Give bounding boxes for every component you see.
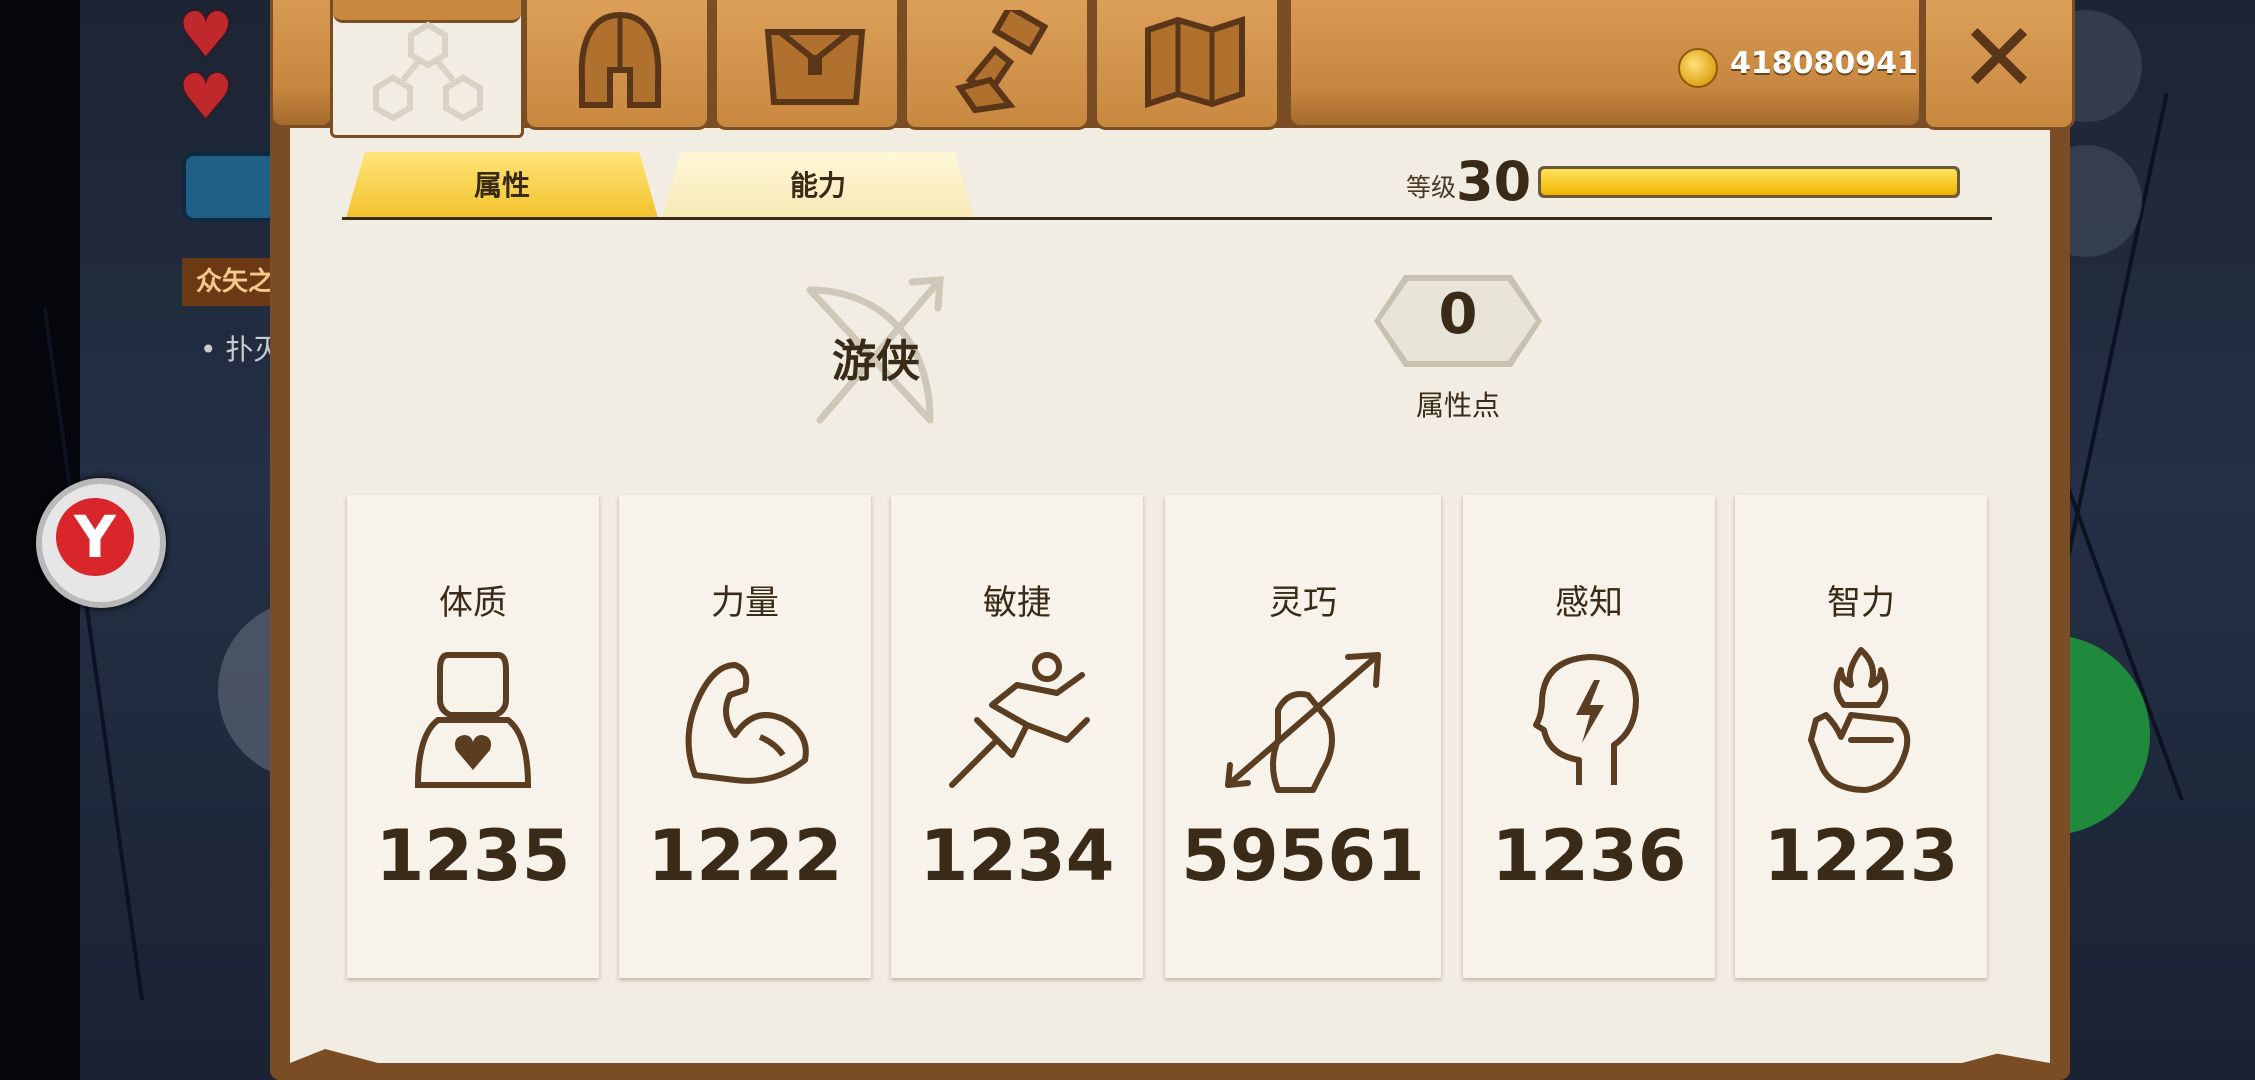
stat-value: 1236 <box>1491 815 1687 897</box>
close-icon: ✕ <box>1958 2 2040 114</box>
subtab-abilities[interactable]: 能力 <box>662 152 974 218</box>
head-lightning-icon <box>1533 654 1639 785</box>
helmet-icon <box>578 11 662 108</box>
hand-arrow-icon <box>1225 652 1381 793</box>
flexed-arm-icon <box>685 662 809 784</box>
level-label: 等级 <box>1406 173 1457 202</box>
app-logo-icon[interactable]: Y <box>36 478 166 608</box>
stat-value: 1234 <box>919 815 1115 897</box>
stat-card-dexterity[interactable]: 灵巧 59561 <box>1165 495 1441 978</box>
gold-coin-icon <box>1678 48 1718 88</box>
subtab-attributes[interactable]: 属性 <box>346 152 658 218</box>
close-button[interactable]: ✕ <box>1923 0 2075 130</box>
stat-label: 体质 <box>439 583 507 623</box>
subtab-divider <box>342 217 1992 220</box>
experience-fill <box>1541 169 1957 195</box>
stat-card-strength[interactable]: 力量 1222 <box>619 495 871 978</box>
stat-label: 智力 <box>1827 583 1895 623</box>
experience-bar <box>1538 166 1960 198</box>
stat-label: 力量 <box>711 583 779 623</box>
tab-equipment[interactable] <box>524 0 710 130</box>
attribute-points-value: 0 <box>1438 282 1478 347</box>
stat-label: 灵巧 <box>1269 583 1337 623</box>
level-value: 30 <box>1456 150 1532 213</box>
running-figure-icon <box>949 652 1090 788</box>
hexagon-nodes-icon <box>373 21 483 122</box>
map-icon <box>1145 15 1245 109</box>
stat-card-perception[interactable]: 感知 1236 <box>1463 495 1715 978</box>
stat-value: 1223 <box>1763 815 1959 897</box>
hand-flame-icon <box>1808 647 1911 793</box>
stat-value: 1235 <box>375 815 571 897</box>
stat-label: 感知 <box>1555 583 1623 623</box>
tab-crafting[interactable] <box>904 0 1090 130</box>
tab-bar-left-cap <box>270 0 334 128</box>
class-name: 游侠 <box>832 336 920 387</box>
stat-card-constitution[interactable]: 体质 1235 <box>347 495 599 978</box>
stat-card-intelligence[interactable]: 智力 1223 <box>1735 495 1987 978</box>
stat-value: 59561 <box>1181 815 1425 897</box>
stat-card-agility[interactable]: 敏捷 1234 <box>891 495 1143 978</box>
heart-icon: ♥ <box>178 60 234 133</box>
attribute-points-label: 属性点 <box>1415 389 1500 422</box>
heart-icon: ♥ <box>178 0 234 71</box>
tab-character[interactable] <box>330 0 524 138</box>
stat-label: 敏捷 <box>983 583 1051 623</box>
gold-amount: 418080941 <box>1730 46 1918 81</box>
tab-inventory[interactable] <box>714 0 900 130</box>
tab-map[interactable] <box>1094 0 1280 130</box>
hammer-icon <box>955 10 1049 114</box>
bag-icon <box>764 29 866 105</box>
body-heart-icon <box>414 652 532 788</box>
stat-value: 1222 <box>647 815 843 897</box>
